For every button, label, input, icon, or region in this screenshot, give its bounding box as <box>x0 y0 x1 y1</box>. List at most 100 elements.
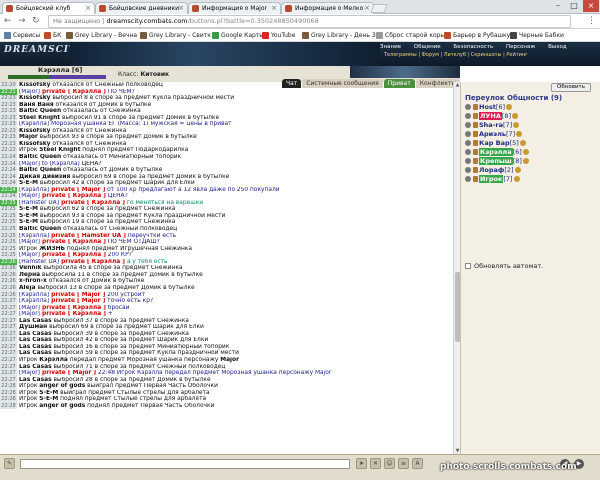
private-tag[interactable]: private [ Кэрэлла ] <box>40 311 106 317</box>
tab-system-messages[interactable]: Системные сообщения <box>302 79 383 88</box>
info-icon[interactable] <box>513 176 520 182</box>
bookmark-item[interactable]: YouTube <box>262 29 295 41</box>
menu-item-security[interactable]: Безопасность <box>453 44 493 50</box>
back-icon[interactable]: ← <box>4 15 12 28</box>
smiley-icon[interactable]: ☺ <box>384 458 395 469</box>
chat-nickname[interactable]: Aleja <box>19 285 36 291</box>
info-icon[interactable] <box>522 149 529 155</box>
chat-nickname[interactable]: S-E-M <box>19 219 38 225</box>
chat-nickname[interactable]: Las Casas <box>19 344 52 350</box>
top-links[interactable]: Телеграммы | Форум | Литклуб | Скриншоты… <box>384 52 528 58</box>
info-icon[interactable] <box>506 104 513 110</box>
private-chat-icon[interactable] <box>465 131 471 137</box>
bookmark-item[interactable]: Черные Бабки <box>510 29 564 41</box>
private-tag[interactable]: private [ Кэрэлла ] <box>40 193 106 199</box>
auto-refresh[interactable]: Обновлять автомат. <box>465 262 543 270</box>
user-name[interactable]: ЛУНА <box>479 112 502 120</box>
private-tag[interactable]: private [ Major ] <box>40 370 96 376</box>
chat-nickname[interactable]: Las Casas <box>19 377 52 383</box>
menu-item-exit[interactable]: Выход <box>548 44 567 50</box>
chat-nickname[interactable]: S-E-M <box>19 180 38 186</box>
private-tag[interactable]: private [ Кэрэлла ] <box>59 200 125 206</box>
user-row[interactable]: Кэрэлла[6] <box>465 148 597 157</box>
chat-nickname[interactable]: Дикая дивизия <box>19 174 70 180</box>
chat-nickname[interactable]: Baltic Queen <box>19 226 61 232</box>
maximize-icon[interactable]: □ <box>566 0 582 12</box>
private-chat-icon[interactable] <box>465 167 471 173</box>
chat-nickname[interactable]: Ваня Ваня <box>19 102 54 108</box>
minimize-icon[interactable]: – <box>550 0 566 12</box>
chat-nickname[interactable]: ЖИЗНЬ <box>39 246 65 252</box>
forward-icon[interactable]: → <box>18 15 26 28</box>
user-name[interactable]: Host <box>479 103 496 111</box>
private-chat-icon[interactable] <box>465 122 471 128</box>
browser-tab-3[interactable]: Информация о Мелко × <box>281 2 374 14</box>
chat-nickname[interactable]: x-hron-x <box>19 278 47 284</box>
user-row[interactable]: Host[6] <box>465 103 597 112</box>
close-icon[interactable]: × <box>178 3 184 14</box>
menu-item-knowledge[interactable]: Знание <box>380 44 401 50</box>
private-tag[interactable]: private [ Кэрэлла ] <box>59 259 125 265</box>
private-chat-icon[interactable] <box>465 158 471 164</box>
refresh-button[interactable]: Обновить <box>551 83 591 92</box>
private-tag[interactable]: private [ Кэрэлла ] <box>40 252 106 258</box>
private-tag[interactable]: private [ Кэрэлла ] <box>40 89 106 95</box>
bookmark-item[interactable]: Сервисы <box>4 29 40 41</box>
url-input[interactable]: Не защищено | dreamscity.combats.com/but… <box>48 15 571 28</box>
private-tag[interactable]: private [ Major ] <box>49 292 105 298</box>
chat-nickname[interactable]: anger of gods <box>39 403 85 409</box>
menu-item-character[interactable]: Персонаж <box>506 44 535 50</box>
user-name[interactable]: Ариэль <box>479 130 506 138</box>
chat-nickname[interactable]: S-E-M <box>39 396 58 402</box>
close-icon[interactable]: × <box>364 3 370 14</box>
private-chat-icon[interactable] <box>465 140 471 146</box>
bookmark-item[interactable]: Grey Library - Вечна <box>66 29 137 41</box>
info-icon[interactable] <box>522 158 529 164</box>
close-icon[interactable]: × <box>85 3 91 14</box>
chat-scrollbar[interactable]: ▲ ▼ <box>453 82 460 454</box>
player-name[interactable]: Кэрэлла [6] <box>38 66 82 74</box>
window-close-icon[interactable]: × <box>583 0 599 12</box>
clear-icon[interactable]: ✕ <box>370 458 381 469</box>
bookmark-item[interactable]: Барьер в Рубашку <box>444 29 510 41</box>
filter-icon[interactable]: ≡ <box>398 458 409 469</box>
info-icon[interactable] <box>512 113 519 119</box>
private-chat-icon[interactable] <box>465 176 471 182</box>
chat-nickname[interactable]: S-E-M <box>19 213 38 219</box>
private-tag[interactable]: private [ Major ] <box>49 298 105 304</box>
chat-nickname[interactable]: Душман <box>19 324 47 330</box>
user-name[interactable]: Кэрэлла <box>479 148 513 156</box>
private-chat-icon[interactable] <box>465 113 471 119</box>
chat-log[interactable]: 22:20 Kissofsky отказался от Снежный полк… <box>0 82 453 454</box>
info-icon[interactable] <box>513 122 520 128</box>
user-row[interactable]: Крепыш[8] <box>465 157 597 166</box>
browser-menu-icon[interactable]: ⋮ <box>587 16 596 26</box>
user-row[interactable]: Кар Вар[5] <box>465 139 597 148</box>
private-tag[interactable]: private [ Кэрэлла ] <box>40 305 106 311</box>
chat-nickname[interactable]: anger of gods <box>39 383 85 389</box>
private-chat-icon[interactable] <box>465 149 471 155</box>
chat-nickname[interactable]: Kissofsky <box>19 128 50 134</box>
browser-tab-2[interactable]: Информация о Major × <box>188 2 281 14</box>
bookmark-item[interactable]: Google Карты <box>212 29 264 41</box>
info-icon[interactable] <box>519 140 526 146</box>
chat-nickname[interactable]: Las Casas <box>19 331 52 337</box>
user-name[interactable]: Игрок <box>479 175 504 183</box>
chat-nickname[interactable]: S-E-M <box>39 390 58 396</box>
private-chat-icon[interactable] <box>465 104 471 110</box>
bookmark-item[interactable]: Grey Library - Свитк <box>140 29 211 41</box>
reload-icon[interactable]: ↻ <box>32 15 40 28</box>
auto-refresh-checkbox[interactable] <box>465 263 471 269</box>
chat-nickname[interactable]: Vennik <box>19 265 42 271</box>
translit-icon[interactable]: A <box>412 458 423 469</box>
new-tab-button[interactable] <box>370 4 388 13</box>
chat-nickname[interactable]: Kissofsky <box>19 141 50 147</box>
chat-nickname[interactable]: Baltic Queen <box>19 167 61 173</box>
bookmark-item[interactable]: Сброс старой коры <box>376 29 445 41</box>
chat-timestamp[interactable]: 22:28 <box>0 402 17 410</box>
chat-nickname[interactable]: Baltic Queen <box>19 154 61 160</box>
user-row[interactable]: ЛУНА[8] <box>465 112 597 121</box>
user-row[interactable]: Лораф[2] <box>465 166 597 175</box>
private-tag[interactable]: private [ Hamster UA ] <box>49 233 126 239</box>
info-icon[interactable] <box>516 131 523 137</box>
